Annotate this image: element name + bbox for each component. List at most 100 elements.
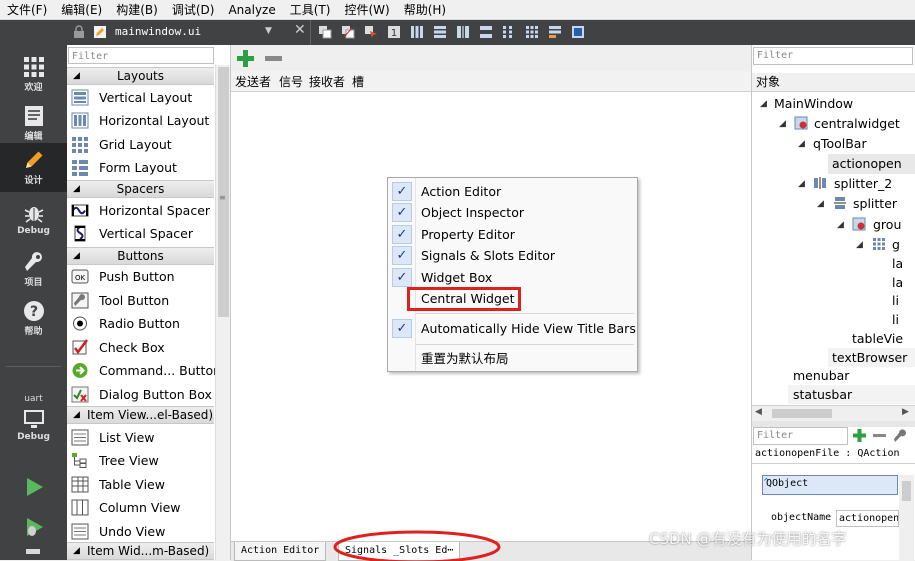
edit-buddies-icon[interactable] [364,25,378,39]
collapse-arrow-icon[interactable]: ^ [763,477,770,486]
category-item-views[interactable]: ◢ Item View...el-Based) [67,406,214,424]
menu-item-reset-layout[interactable]: 重置为默认布局 [388,348,637,369]
chevron-down-icon[interactable]: ▼ [265,26,272,36]
layout-form-icon[interactable] [525,25,539,39]
menu-widgets[interactable]: 控件(W) [337,0,396,20]
menu-build[interactable]: 构建(B) [109,0,165,20]
run-button[interactable] [0,470,67,505]
menu-item-signals-slots-editor[interactable]: ✓ Signals & Slots Editor [388,245,637,266]
widget-push-button[interactable]: OK Push Button [67,265,214,288]
splitter-horizontal-icon[interactable] [456,25,470,39]
tree-node-mainwindow[interactable]: MainWindow [774,94,853,114]
widget-radio-button[interactable]: Radio Button [67,312,214,335]
menu-help[interactable]: 帮助(H) [397,0,453,20]
kit-selector[interactable]: uart Debug [0,390,67,460]
mode-edit[interactable]: 编辑 [0,99,67,148]
widget-tool-button[interactable]: Tool Button [67,289,214,312]
widget-tree-view[interactable]: Tree View [67,449,214,472]
property-group-qobject[interactable]: QObject [762,475,898,495]
column-receiver[interactable]: 接收者 [309,73,345,90]
menu-item-widget-box[interactable]: ✓ Widget Box [388,267,637,288]
mode-welcome[interactable]: 欢迎 [0,50,67,99]
menu-edit[interactable]: 编辑(E) [54,0,109,20]
tree-node-leaf[interactable]: la [892,254,903,274]
tree-node-menubar[interactable]: menubar [793,366,849,386]
scroll-left-icon[interactable]: ◀ [755,407,762,417]
scrollbar-thumb[interactable] [772,409,832,418]
scrollbar-thumb[interactable] [218,67,229,317]
tree-node-action-open[interactable]: actionopen [832,154,902,174]
tree-node-centralwidget[interactable]: centralwidget [814,114,900,134]
widget-box-scrollbar[interactable]: ≡ [215,65,230,560]
build-button[interactable] [0,545,67,560]
widget-form-layout[interactable]: Form Layout [67,156,214,179]
widget-horizontal-layout[interactable]: Horizontal Layout [67,109,214,132]
tree-node-g[interactable]: g [892,235,900,255]
configure-icon[interactable] [893,428,908,443]
tree-node-group[interactable]: grou [873,215,901,235]
category-spacers[interactable]: ◢ Spacers [67,180,214,198]
menu-tools[interactable]: 工具(T) [283,0,338,20]
tree-node-splitter[interactable]: splitter [853,194,897,214]
debug-run-button[interactable] [0,510,67,545]
widget-horizontal-spacer[interactable]: Horizontal Spacer [67,199,214,222]
expand-arrow-icon[interactable]: ◢ [779,119,786,129]
widget-vertical-layout[interactable]: Vertical Layout [67,86,214,109]
menu-debug[interactable]: 调试(D) [165,0,222,20]
break-layout-icon[interactable] [548,25,562,39]
edit-widgets-icon[interactable] [318,25,332,39]
menu-item-object-inspector[interactable]: ✓ Object Inspector [388,202,637,223]
layout-vertical-icon[interactable] [433,25,447,39]
property-editor-scrollbar[interactable] [899,475,914,560]
widget-command-link-button[interactable]: Command... Button [67,359,221,382]
close-icon[interactable]: ✕ [294,22,306,38]
column-sender[interactable]: 发送者 [235,73,271,90]
adjust-size-icon[interactable] [571,25,585,39]
edit-tab-order-icon[interactable]: 1 [387,25,401,39]
widget-dialog-button-box[interactable]: Dialog Button Box [67,383,214,406]
widget-vertical-spacer[interactable]: Vertical Spacer [67,222,214,245]
menu-file[interactable]: 文件(F) [0,0,54,20]
expand-arrow-icon[interactable]: ◢ [798,139,805,149]
tree-node-leaf[interactable]: li [892,291,899,311]
menu-analyze[interactable]: Analyze [221,0,282,20]
tree-node-statusbar[interactable]: statusbar [793,385,852,405]
add-dynamic-property-icon[interactable] [852,428,867,443]
mode-design[interactable]: 设计 [0,143,67,192]
widget-undo-view[interactable]: Undo View [67,520,214,543]
expand-arrow-icon[interactable]: ◢ [817,199,824,209]
expand-arrow-icon[interactable]: ◢ [837,220,844,230]
widget-column-view[interactable]: Column View [67,496,214,519]
category-buttons[interactable]: ◢ Buttons [67,247,214,265]
remove-property-icon[interactable] [872,428,887,443]
category-item-widgets[interactable]: ◢ Item Wid...m-Based) [67,542,214,560]
layout-grid-icon[interactable] [502,25,516,39]
menu-item-action-editor[interactable]: ✓ Action Editor [388,181,637,202]
edit-signals-icon[interactable] [341,25,355,39]
menu-item-auto-hide-title-bars[interactable]: ✓ Automatically Hide View Title Bars [388,318,637,339]
object-name-field[interactable]: actionopen [836,510,899,527]
tree-node-text-browser[interactable]: textBrowser [832,348,907,368]
scroll-right-icon[interactable]: ▶ [902,407,909,417]
widget-filter-input[interactable]: Filter [68,47,214,64]
expand-arrow-icon[interactable]: ◢ [798,179,805,189]
tree-node-toolbar[interactable]: qToolBar [813,134,867,154]
column-slot[interactable]: 槽 [352,73,364,90]
tab-action-editor[interactable]: Action Editor [234,542,327,561]
menu-item-property-editor[interactable]: ✓ Property Editor [388,224,637,245]
remove-icon[interactable] [264,49,283,68]
mode-projects[interactable]: 项目 [0,245,67,294]
tree-node-splitter-2[interactable]: splitter_2 [834,174,892,194]
property-filter-input[interactable]: Filter [753,427,848,445]
mode-help[interactable]: ? 帮助 [0,294,67,343]
category-layouts[interactable]: ◢ Layouts [67,67,214,85]
object-inspector-header[interactable]: 对象 [752,73,915,92]
add-icon[interactable] [236,49,255,68]
object-inspector-hscrollbar[interactable]: ◀ ▶ [752,405,915,422]
expand-arrow-icon[interactable]: ◢ [856,240,863,250]
widget-table-view[interactable]: Table View [67,473,214,496]
expand-arrow-icon[interactable]: ◢ [760,99,767,109]
column-signal[interactable]: 信号 [279,73,303,90]
open-file-name[interactable]: mainwindow.ui [115,25,201,38]
object-filter-input[interactable]: Filter [753,47,913,65]
